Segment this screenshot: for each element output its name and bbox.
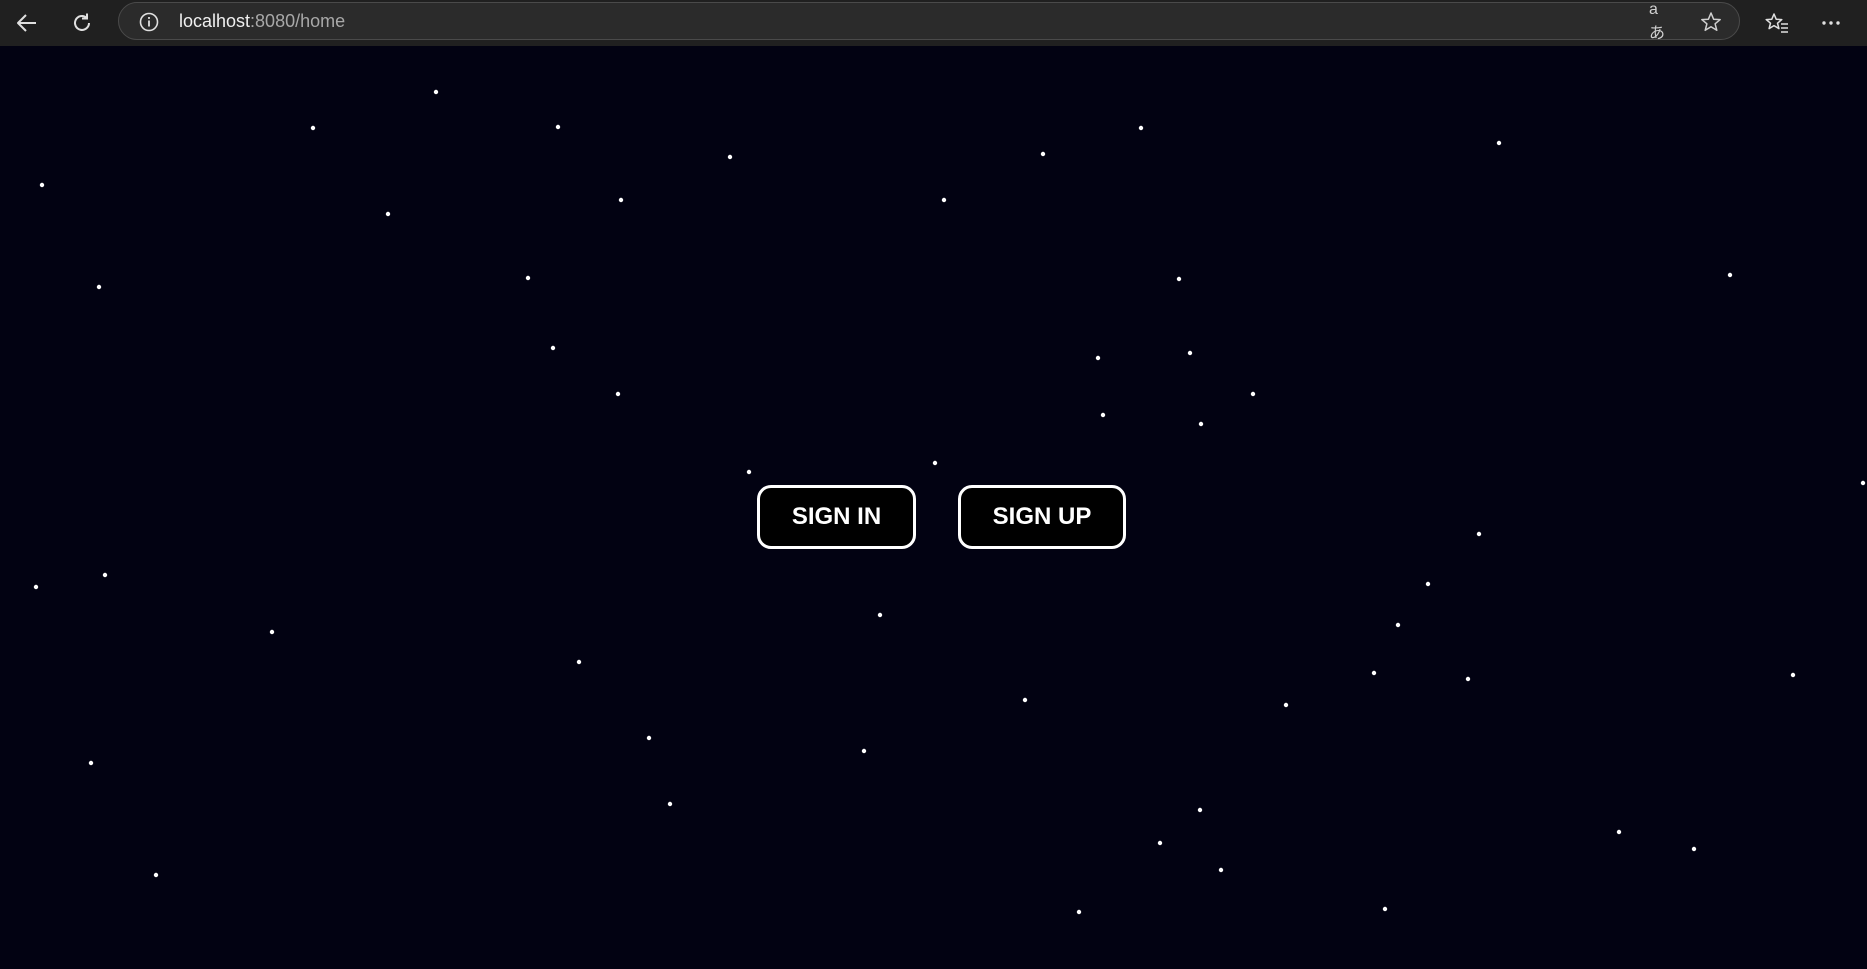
- star: [1395, 622, 1401, 628]
- star: [727, 154, 733, 160]
- star: [1283, 702, 1289, 708]
- star: [1218, 867, 1224, 873]
- star: [1100, 412, 1106, 418]
- info-icon[interactable]: [139, 12, 159, 32]
- star: [1371, 670, 1377, 676]
- refresh-button[interactable]: [65, 6, 99, 40]
- star: [1138, 125, 1144, 131]
- star: [1198, 421, 1204, 427]
- star: [667, 801, 673, 807]
- refresh-icon: [74, 13, 90, 31]
- star: [88, 760, 94, 766]
- sign-in-button[interactable]: SIGN IN: [757, 485, 916, 549]
- page-viewport: SIGN IN SIGN UP: [0, 46, 1867, 969]
- star: [1095, 355, 1101, 361]
- star: [525, 275, 531, 281]
- sign-up-button[interactable]: SIGN UP: [958, 485, 1126, 549]
- star: [1496, 140, 1502, 146]
- auth-buttons: SIGN IN SIGN UP: [757, 485, 1126, 549]
- favorites-button[interactable]: [1760, 6, 1794, 40]
- star: [1616, 829, 1622, 835]
- more-button[interactable]: [1814, 6, 1848, 40]
- star: [941, 197, 947, 203]
- star: [1187, 350, 1193, 356]
- star: [646, 735, 652, 741]
- star: [39, 182, 45, 188]
- star: [1465, 676, 1471, 682]
- star: [33, 584, 39, 590]
- star: [1076, 909, 1082, 915]
- url-path: :8080/home: [250, 11, 346, 31]
- star: [1022, 697, 1028, 703]
- star: [1250, 391, 1256, 397]
- back-button[interactable]: [10, 6, 44, 40]
- star: [269, 629, 275, 635]
- more-icon: [1822, 21, 1840, 25]
- star: [618, 197, 624, 203]
- star: [96, 284, 102, 290]
- url-host: localhost: [179, 11, 251, 31]
- star: [153, 872, 159, 878]
- star: [385, 211, 391, 217]
- star: [1691, 846, 1697, 852]
- star: [861, 748, 867, 754]
- star: [1176, 276, 1182, 282]
- star: [1425, 581, 1431, 587]
- star: [1157, 840, 1163, 846]
- browser-toolbar: localhost:8080/home aあ: [0, 0, 1867, 46]
- star: [310, 125, 316, 131]
- back-arrow-icon: [17, 14, 36, 32]
- star: [1790, 672, 1796, 678]
- favorites-icon: [1765, 13, 1788, 33]
- star: [877, 612, 883, 618]
- star: [1476, 531, 1482, 537]
- star: [1860, 480, 1866, 486]
- star: [932, 460, 938, 466]
- star: [1382, 906, 1388, 912]
- star: [1040, 151, 1046, 157]
- read-aloud-icon[interactable]: aあ: [1649, 1, 1673, 42]
- star: [555, 124, 561, 130]
- star: [550, 345, 556, 351]
- star: [1727, 272, 1733, 278]
- star: [576, 659, 582, 665]
- star: [615, 391, 621, 397]
- star: [433, 89, 439, 95]
- star: [1197, 807, 1203, 813]
- address-bar[interactable]: localhost:8080/home aあ: [118, 1, 1740, 42]
- url-text[interactable]: localhost:8080/home: [179, 3, 345, 39]
- read-aloud-glyph: aあ: [1649, 1, 1666, 42]
- star-icon[interactable]: [1699, 10, 1723, 34]
- star: [746, 469, 752, 475]
- star: [102, 572, 108, 578]
